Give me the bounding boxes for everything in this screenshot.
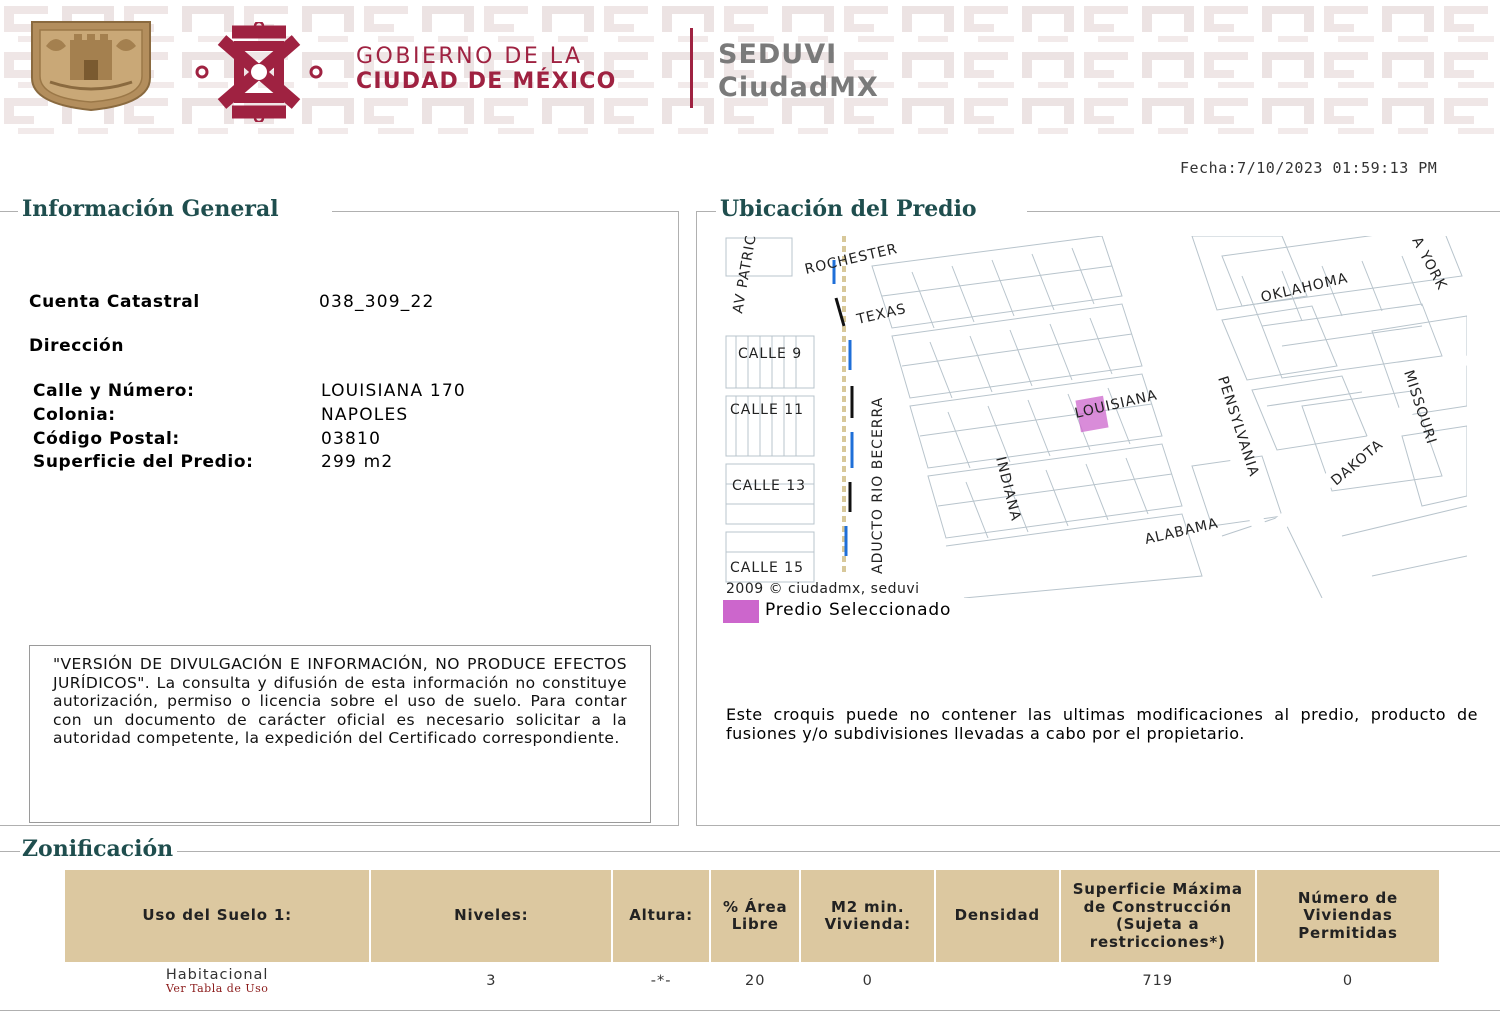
header-altura: Altura: xyxy=(613,870,709,962)
ubicacion-predio-legend: Ubicación del Predio xyxy=(716,196,981,222)
government-name: GOBIERNO DE LA CIUDAD DE MÉXICO xyxy=(356,44,616,94)
calle-value: LOUISIANA 170 xyxy=(321,381,466,401)
codigo-postal-value: 03810 xyxy=(321,429,382,449)
map-label-calle15: CALLE 15 xyxy=(730,560,804,576)
zonificacion-divider xyxy=(0,851,1500,852)
cell-area-libre: 20 xyxy=(744,973,766,989)
superficie-label: Superficie del Predio: xyxy=(33,452,254,472)
map-label-becerra: ADUCTO RIO BECERRA xyxy=(870,397,886,574)
gobierno-line-1: GOBIERNO DE LA xyxy=(356,44,583,69)
colonia-value: NAPOLES xyxy=(321,405,409,425)
informacion-general-legend: Información General xyxy=(18,196,283,222)
cell-altura: -*- xyxy=(650,973,672,989)
report-date: Fecha:7/10/2023 01:59:13 PM xyxy=(1180,159,1438,177)
header-niveles: Niveles: xyxy=(371,870,612,962)
predio-legend-label: Predio Seleccionado xyxy=(765,600,952,620)
direccion-label: Dirección xyxy=(29,336,125,356)
calle-label: Calle y Número: xyxy=(33,381,195,401)
zonificacion-legend: Zonificación xyxy=(20,836,178,862)
croquis-note: Este croquis puede no contener las ultim… xyxy=(726,705,1478,743)
zonificacion-table: Uso del Suelo 1: Niveles: Altura: % Área… xyxy=(63,870,1441,1000)
cell-m2-min-vivienda: 0 xyxy=(862,973,873,989)
zonificacion-header-row: Uso del Suelo 1: Niveles: Altura: % Área… xyxy=(65,870,1439,962)
cell-numero-viviendas: 0 xyxy=(1342,973,1354,989)
city-coat-of-arms-logo xyxy=(31,21,151,112)
map-label-calle11: CALLE 11 xyxy=(730,402,804,418)
codigo-postal-label: Código Postal: xyxy=(33,429,180,449)
cdmx-government-logo xyxy=(195,22,323,122)
colonia-label: Colonia: xyxy=(33,405,116,425)
header-superficie-maxima: Superficie Máxima de Construcción (Sujet… xyxy=(1060,870,1255,962)
map-copyright: 2009 © ciudadmx, seduvi xyxy=(726,581,920,597)
cuenta-catastral-value: 038_309_22 xyxy=(319,292,435,312)
map-label-calle9: CALLE 9 xyxy=(738,346,802,362)
map-label-calle13: CALLE 13 xyxy=(732,478,806,494)
cell-niveles: 3 xyxy=(486,973,497,989)
cell-superficie-maxima: 719 xyxy=(1142,973,1174,989)
property-location-map[interactable]: AV PATRIC ROCHESTER A YORK OKLAHOMA TEXA… xyxy=(722,236,1467,598)
cell-uso-suelo: Habitacional Ver Tabla de Uso xyxy=(65,962,369,1000)
header-densidad: Densidad xyxy=(935,870,1059,962)
bottom-divider xyxy=(0,1010,1500,1011)
cell-densidad xyxy=(936,962,1059,1000)
seduvi-line-1: SEDUVI xyxy=(718,39,838,70)
gobierno-line-2: CIUDAD DE MÉXICO xyxy=(356,69,617,94)
header-uso-suelo: Uso del Suelo 1: xyxy=(65,870,370,962)
header-divider xyxy=(690,28,693,108)
legal-disclaimer: "VERSIÓN DE DIVULGACIÓN E INFORMACIÓN, N… xyxy=(29,645,651,823)
page-header: GOBIERNO DE LA CIUDAD DE MÉXICO SEDUVI C… xyxy=(0,0,1500,140)
header-m2-min-vivienda: M2 min. Vivienda: xyxy=(801,870,934,962)
seduvi-brand: SEDUVI CiudadMX xyxy=(718,38,879,104)
ver-tabla-de-uso-link[interactable]: Ver Tabla de Uso xyxy=(65,983,369,995)
cuenta-catastral-label: Cuenta Catastral xyxy=(29,292,200,312)
table-row: Habitacional Ver Tabla de Uso 3 -*- 20 0… xyxy=(65,962,1439,1000)
header-numero-viviendas: Número de Viviendas Permitidas xyxy=(1256,870,1439,962)
map-drawing: AV PATRIC ROCHESTER A YORK OKLAHOMA TEXA… xyxy=(722,236,1467,598)
superficie-value: 299 m2 xyxy=(321,452,394,472)
header-area-libre: % Área Libre xyxy=(710,870,800,962)
uso-suelo-value: Habitacional xyxy=(165,967,269,983)
predio-legend-swatch xyxy=(723,600,759,623)
seduvi-line-2: CiudadMX xyxy=(718,72,879,103)
